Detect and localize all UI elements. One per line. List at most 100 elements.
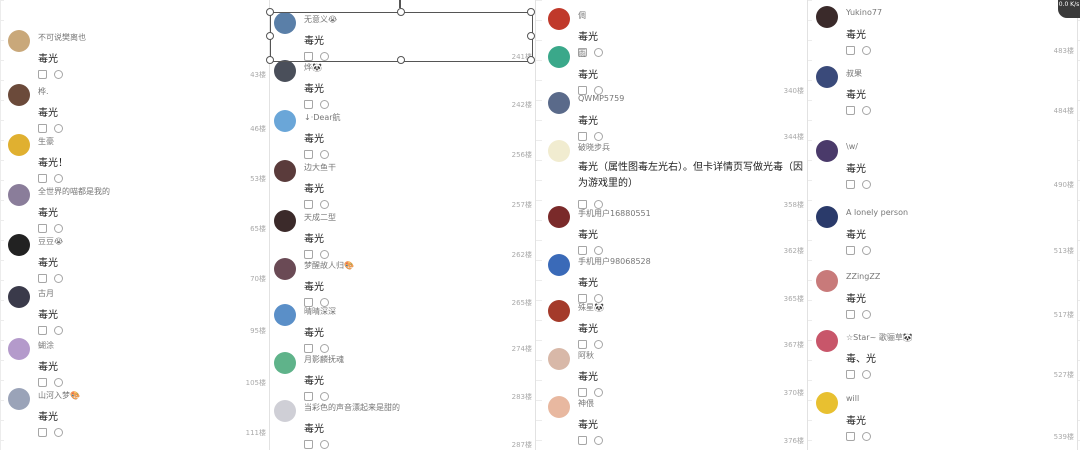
reply-icon[interactable]	[54, 326, 63, 335]
resize-handle-bl[interactable]	[266, 56, 274, 64]
username[interactable]: 阿秋	[578, 350, 594, 361]
username[interactable]: 豆豆😭	[38, 236, 63, 247]
user-avatar[interactable]	[8, 234, 30, 256]
resize-handle-tl[interactable]	[266, 8, 274, 16]
reply-icon[interactable]	[54, 224, 63, 233]
username[interactable]: 全世界的喵都是我的	[38, 186, 110, 197]
reply-icon[interactable]	[862, 310, 871, 319]
user-avatar[interactable]	[548, 300, 570, 322]
thumbs-up-icon[interactable]	[38, 124, 47, 133]
rotation-handle[interactable]	[399, 0, 401, 8]
username[interactable]: 梦醒故人归🎨	[304, 260, 354, 271]
reply-icon[interactable]	[54, 378, 63, 387]
thumbs-up-icon[interactable]	[846, 370, 855, 379]
user-avatar[interactable]	[816, 330, 838, 352]
thumbs-up-icon[interactable]	[38, 224, 47, 233]
thumbs-up-icon[interactable]	[578, 436, 587, 445]
username[interactable]: 桦.	[38, 86, 49, 97]
username[interactable]: 蝴涂	[38, 340, 54, 351]
user-avatar[interactable]	[274, 210, 296, 232]
thumbs-up-icon[interactable]	[304, 200, 313, 209]
username[interactable]: 边大鱼干	[304, 162, 336, 173]
thumbs-up-icon[interactable]	[846, 46, 855, 55]
username[interactable]: 神偎	[578, 398, 594, 409]
user-avatar[interactable]	[548, 396, 570, 418]
user-avatar[interactable]	[816, 66, 838, 88]
username[interactable]: ☆Star~ 歌骊草🐼	[846, 332, 913, 343]
user-avatar[interactable]	[8, 338, 30, 360]
thumbs-up-icon[interactable]	[38, 428, 47, 437]
username[interactable]: QWMP5759	[578, 94, 624, 103]
user-avatar[interactable]	[816, 392, 838, 414]
username[interactable]: 不可说樊离也	[38, 32, 86, 43]
user-avatar[interactable]	[274, 352, 296, 374]
user-avatar[interactable]	[8, 84, 30, 106]
user-avatar[interactable]	[274, 400, 296, 422]
username[interactable]: 手机用户98068528	[578, 256, 651, 267]
user-avatar[interactable]	[816, 206, 838, 228]
username[interactable]: 古月	[38, 288, 54, 299]
thumbs-up-icon[interactable]	[38, 378, 47, 387]
user-avatar[interactable]	[274, 160, 296, 182]
username[interactable]: 月影麟抚魂	[304, 354, 344, 365]
reply-icon[interactable]	[594, 436, 603, 445]
username[interactable]: 晴晴深深	[304, 306, 336, 317]
reply-icon[interactable]	[862, 432, 871, 441]
resize-handle-tr[interactable]	[527, 8, 535, 16]
username[interactable]: ↓·Dear航	[304, 112, 341, 123]
reply-icon[interactable]	[862, 246, 871, 255]
user-avatar[interactable]	[8, 30, 30, 52]
thumbs-up-icon[interactable]	[846, 180, 855, 189]
reply-icon[interactable]	[54, 70, 63, 79]
thumbs-up-icon[interactable]	[38, 274, 47, 283]
reply-icon[interactable]	[54, 124, 63, 133]
thumbs-up-icon[interactable]	[304, 100, 313, 109]
user-avatar[interactable]	[8, 184, 30, 206]
user-avatar[interactable]	[274, 304, 296, 326]
thumbs-up-icon[interactable]	[846, 106, 855, 115]
user-avatar[interactable]	[816, 6, 838, 28]
reply-icon[interactable]	[320, 440, 329, 449]
user-avatar[interactable]	[548, 206, 570, 228]
thumbs-up-icon[interactable]	[846, 432, 855, 441]
thumbs-up-icon[interactable]	[38, 174, 47, 183]
thumbs-up-icon[interactable]	[846, 310, 855, 319]
reply-icon[interactable]	[54, 428, 63, 437]
username[interactable]: ZZingZZ	[846, 272, 880, 281]
image-selection-box[interactable]	[270, 12, 533, 62]
user-avatar[interactable]	[816, 140, 838, 162]
reply-icon[interactable]	[54, 174, 63, 183]
user-avatar[interactable]	[548, 8, 570, 30]
username[interactable]: 当彩色的声音漂起来是甜的	[304, 402, 400, 413]
thumbs-up-icon[interactable]	[38, 70, 47, 79]
username[interactable]: 倜	[578, 10, 586, 21]
user-avatar[interactable]	[816, 270, 838, 292]
username[interactable]: 烨🐼	[304, 62, 322, 73]
reply-icon[interactable]	[862, 46, 871, 55]
username[interactable]: Yukino77	[846, 8, 882, 17]
user-avatar[interactable]	[548, 348, 570, 370]
thumbs-up-icon[interactable]	[38, 326, 47, 335]
username[interactable]: will	[846, 394, 859, 403]
username[interactable]: 叔果	[846, 68, 862, 79]
username[interactable]: 生豪	[38, 136, 54, 147]
thumbs-up-icon[interactable]	[846, 246, 855, 255]
user-avatar[interactable]	[548, 46, 570, 68]
username[interactable]: 山河入梦🎨	[38, 390, 80, 401]
user-avatar[interactable]	[548, 140, 570, 162]
user-avatar[interactable]	[274, 110, 296, 132]
user-avatar[interactable]	[8, 388, 30, 410]
resize-handle-tm[interactable]	[397, 8, 405, 16]
resize-handle-bm[interactable]	[397, 56, 405, 64]
user-avatar[interactable]	[8, 134, 30, 156]
user-avatar[interactable]	[8, 286, 30, 308]
username[interactable]: A lonely person	[846, 208, 908, 217]
reply-icon[interactable]	[320, 200, 329, 209]
username[interactable]: \w/	[846, 142, 858, 151]
username[interactable]: 殊星🐼	[578, 302, 604, 313]
username[interactable]: 雨	[578, 48, 586, 59]
thumbs-up-icon[interactable]	[304, 150, 313, 159]
user-avatar[interactable]	[274, 258, 296, 280]
username[interactable]: 破晓步兵	[578, 142, 610, 153]
resize-handle-mr[interactable]	[527, 32, 535, 40]
